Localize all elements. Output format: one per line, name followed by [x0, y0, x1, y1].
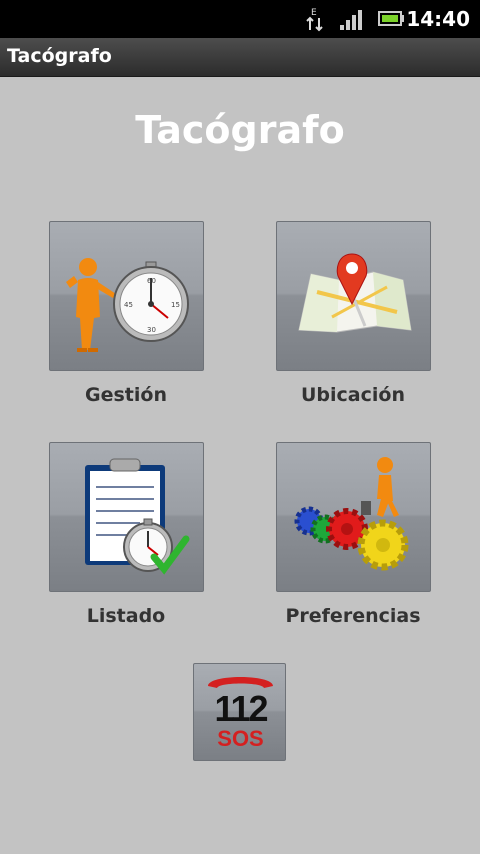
- svg-text:60: 60: [147, 277, 156, 285]
- gestion-label: Gestión: [85, 384, 167, 406]
- status-time: 14:40: [406, 7, 470, 31]
- clipboard-stopwatch-icon: [85, 458, 190, 575]
- listado-label: Listado: [86, 605, 166, 627]
- emergency-112-button[interactable]: 112 SOS: [193, 663, 286, 761]
- battery-icon: [378, 11, 404, 26]
- ubicacion-label: Ubicación: [301, 384, 405, 406]
- gestion-button[interactable]: 60 15 30 45: [49, 221, 204, 371]
- listado-button[interactable]: [49, 442, 204, 592]
- svg-text:E: E: [311, 8, 317, 18]
- svg-text:45: 45: [124, 301, 133, 309]
- app-title: Tacógrafo: [7, 45, 112, 67]
- data-transfer-icon: E: [306, 8, 323, 32]
- sos-text: SOS: [217, 726, 264, 751]
- map-pin-icon: [298, 253, 412, 333]
- preferencias-button[interactable]: [276, 442, 431, 592]
- preferencias-label: Preferencias: [285, 605, 421, 627]
- page-title: Tacógrafo: [135, 108, 345, 152]
- emergency-number: 112: [214, 688, 268, 729]
- ubicacion-button[interactable]: [276, 221, 431, 371]
- svg-text:30: 30: [147, 326, 156, 334]
- stopwatch-person-icon: 60 15 30 45: [66, 258, 189, 352]
- signal-icon: [340, 10, 362, 30]
- title-bar: Tacógrafo: [0, 38, 480, 77]
- svg-text:15: 15: [171, 301, 180, 309]
- status-bar: E 14:40: [0, 0, 480, 38]
- gears-person-icon: [294, 457, 409, 571]
